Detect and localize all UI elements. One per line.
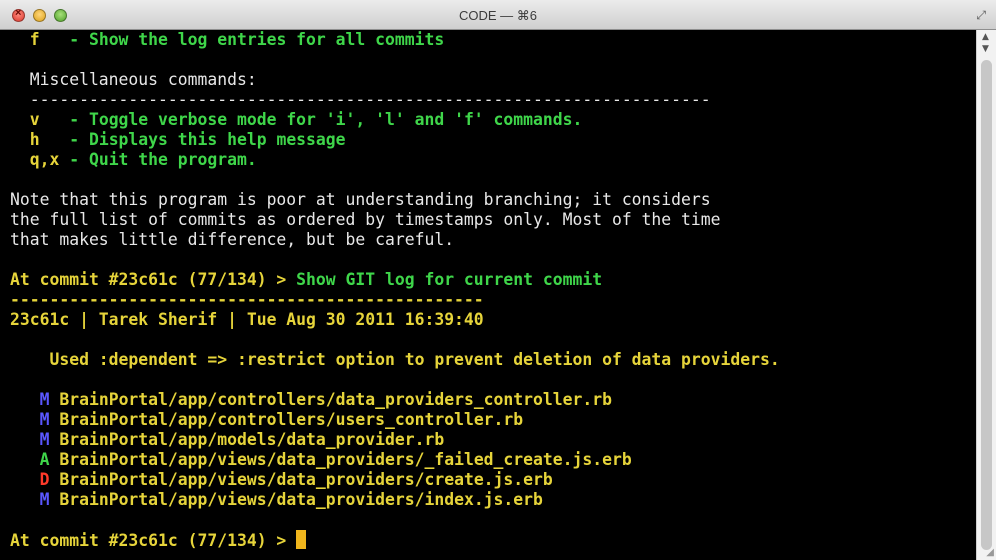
text-cursor <box>296 530 307 549</box>
title-bar: CODE — ⌘6 ⤢ <box>0 0 996 30</box>
help-key: f <box>10 30 70 49</box>
active-prompt-line[interactable]: At commit #23c61c (77/134) > <box>10 530 307 550</box>
scroll-down-arrow-icon[interactable]: ▼ <box>982 44 989 54</box>
prompt: At commit #23c61c (77/134) > <box>10 531 297 550</box>
file-row: M BrainPortal/app/models/data_provider.r… <box>10 430 445 450</box>
help-desc: - Toggle verbose mode for 'i', 'l' and '… <box>69 110 583 129</box>
help-desc: - Show the log entries for all commits <box>69 30 445 49</box>
window-title: CODE — ⌘6 <box>458 8 537 23</box>
help-desc: - Displays this help message <box>69 130 346 149</box>
help-key: q,x <box>10 150 70 169</box>
file-path: BrainPortal/app/views/data_providers/_fa… <box>59 450 632 469</box>
help-line-f: f - Show the log entries for all commits <box>10 30 444 50</box>
file-path: BrainPortal/app/models/data_provider.rb <box>59 430 445 449</box>
misc-separator: ----------------------------------------… <box>10 90 711 109</box>
help-line-qx: q,x - Quit the program. <box>10 150 257 170</box>
prompt: At commit #23c61c (77/134) > <box>10 270 297 289</box>
resize-grip-icon[interactable]: ◢ <box>986 547 994 558</box>
file-row: M BrainPortal/app/controllers/data_provi… <box>10 390 612 410</box>
note-line-3: that makes little difference, but be car… <box>10 230 455 249</box>
help-desc: - Quit the program. <box>69 150 257 169</box>
scroll-thumb[interactable] <box>981 60 992 550</box>
file-row: D BrainPortal/app/views/data_providers/c… <box>10 470 553 490</box>
file-status-modified: M <box>39 430 50 449</box>
vertical-scrollbar[interactable]: ▲ ▼ ◢ <box>976 30 996 560</box>
file-path: BrainPortal/app/controllers/data_provide… <box>59 390 612 409</box>
commit-message: Used :dependent => :restrict option to p… <box>10 350 780 369</box>
file-path: BrainPortal/app/views/data_providers/ind… <box>59 490 543 509</box>
prompt-line: At commit #23c61c (77/134) > Show GIT lo… <box>10 270 602 290</box>
help-key: h <box>10 130 70 149</box>
file-row: A BrainPortal/app/views/data_providers/_… <box>10 450 632 470</box>
file-status-modified: M <box>39 490 50 509</box>
command-output: Show GIT log for current commit <box>296 270 603 289</box>
file-row: M BrainPortal/app/views/data_providers/i… <box>10 490 543 510</box>
file-status-added: A <box>39 450 50 469</box>
terminal-output[interactable]: f - Show the log entries for all commits… <box>0 30 976 560</box>
file-status-modified: M <box>39 390 50 409</box>
scroll-up-arrow-icon[interactable]: ▲ <box>982 32 989 42</box>
commit-header: 23c61c | Tarek Sherif | Tue Aug 30 2011 … <box>10 310 484 329</box>
file-status-modified: M <box>39 410 50 429</box>
file-path: BrainPortal/app/controllers/users_contro… <box>59 410 524 429</box>
note-line-2: the full list of commits as ordered by t… <box>10 210 721 229</box>
note-line-1: Note that this program is poor at unders… <box>10 190 711 209</box>
fullscreen-icon[interactable]: ⤢ <box>976 8 986 23</box>
help-line-h: h - Displays this help message <box>10 130 346 150</box>
help-key: v <box>10 110 70 129</box>
misc-heading: Miscellaneous commands: <box>10 70 257 89</box>
file-path: BrainPortal/app/views/data_providers/cre… <box>59 470 553 489</box>
file-row: M BrainPortal/app/controllers/users_cont… <box>10 410 524 430</box>
help-line-v: v - Toggle verbose mode for 'i', 'l' and… <box>10 110 583 130</box>
log-separator: ----------------------------------------… <box>10 290 484 309</box>
file-status-deleted: D <box>39 470 50 489</box>
